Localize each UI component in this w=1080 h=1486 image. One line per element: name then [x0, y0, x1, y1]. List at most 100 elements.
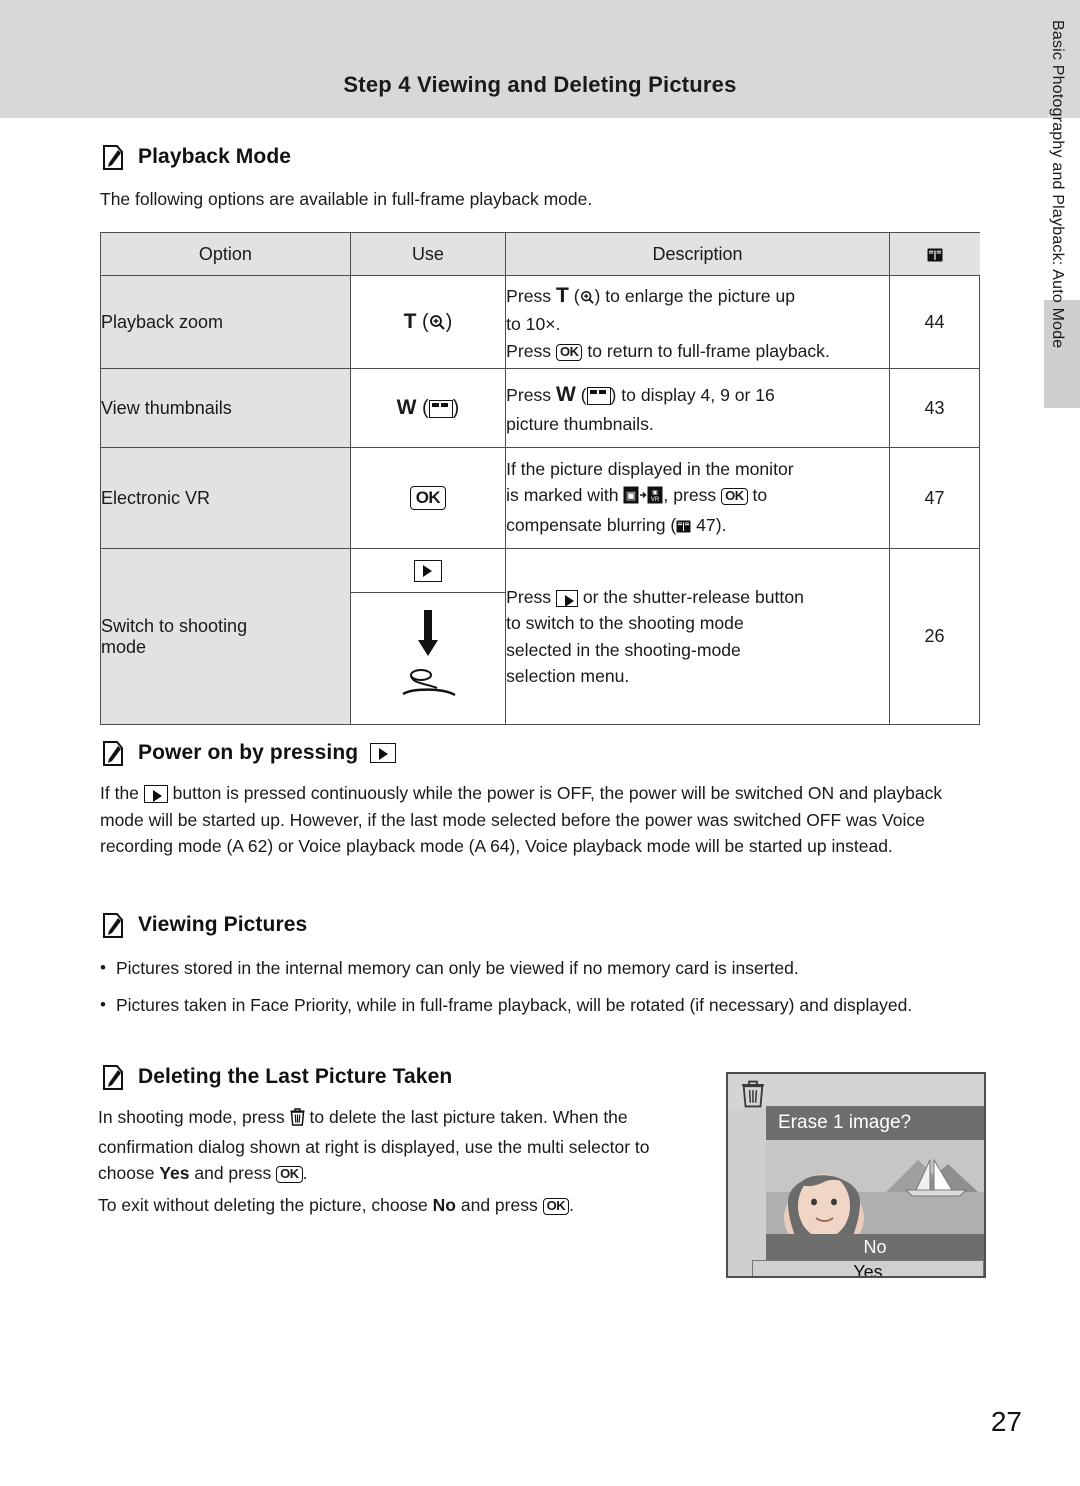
bullet-dot: • — [100, 958, 106, 977]
section-power-on: Power on by pressing — [100, 738, 397, 768]
list-item: • Pictures stored in the internal memory… — [100, 955, 960, 982]
desc-r4-l1a: Press — [506, 586, 552, 607]
deleting-p1d: and press — [194, 1163, 272, 1184]
bullet-dot: • — [100, 995, 106, 1015]
cell-option-switch-shooting: Switch to shooting mode — [100, 548, 351, 725]
desc-r3-l2a: is marked with — [506, 485, 619, 506]
deleting-yes-label: Yes — [159, 1163, 190, 1184]
magnify-icon: ( ) — [421, 311, 453, 334]
desc-r1-l3a: Press — [506, 340, 552, 361]
cell-page-playback-zoom: 44 — [888, 275, 981, 369]
deleting-p2d: . — [569, 1195, 574, 1215]
section-title-playback-mode: Playback Mode — [138, 145, 292, 168]
lcd-top-bar — [728, 1074, 984, 1108]
section-deleting: Deleting the Last Picture Taken — [100, 1062, 452, 1092]
section-viewing-pictures: Viewing Pictures — [100, 910, 307, 940]
cell-desc-electronic-vr: If the picture displayed in the monitor … — [505, 447, 890, 549]
desc-r4-l2: to switch to the shooting mode — [506, 613, 744, 634]
lcd-photo — [766, 1140, 984, 1238]
viewing-pictures-bullets: • Pictures stored in the internal memory… — [100, 955, 960, 1029]
trash-icon — [290, 1107, 305, 1134]
cell-option-electronic-vr: Electronic VR — [100, 447, 351, 549]
cell-desc-playback-zoom: Press T ( ) to enlarge the picture up to… — [505, 275, 890, 369]
power-on-body: If the button is pressed continuously wh… — [100, 780, 958, 860]
down-arrow-icon — [416, 610, 440, 664]
play-icon — [555, 589, 578, 607]
cell-use-electronic-vr: OK — [349, 447, 507, 549]
header-step: Step 4 — [343, 72, 411, 97]
deleting-body: In shooting mode, press to delete the la… — [98, 1104, 690, 1187]
thumbnail-icon-wrap2: ( — [581, 385, 611, 406]
deleting-body-2: To exit without deleting the picture, ch… — [98, 1192, 690, 1219]
cell-page-view-thumbnails: 43 — [888, 368, 981, 448]
ok-button-icon: OK — [555, 343, 583, 361]
thumbnail-icon-wrap: () — [421, 397, 460, 419]
section-title-viewing-pictures: Viewing Pictures — [138, 913, 308, 936]
desc-r1-l1c: ) to enlarge the picture up — [594, 285, 796, 306]
cell-option-view-thumbnails: View thumbnails — [100, 368, 351, 448]
desc-r4-l1b: or the shutter-release button — [582, 586, 804, 607]
list-item: • Pictures taken in Face Priority, while… — [100, 992, 960, 1019]
page-number: 27 — [990, 1406, 1022, 1437]
pencil-icon — [100, 142, 126, 172]
desc-r3-l3: compensate blurring ( 47). — [506, 515, 726, 535]
table-row: View thumbnails W () Press W () to displ… — [100, 368, 981, 448]
bullet-text: Pictures stored in the internal memory c… — [115, 958, 799, 978]
section-title-deleting: Deleting the Last Picture Taken — [138, 1065, 453, 1088]
desc-r3-l2c: to — [752, 485, 768, 506]
cell-use-view-thumbnails: W () — [349, 368, 507, 448]
lcd-no-option[interactable]: No — [766, 1234, 984, 1260]
options-table-wrapper: Option Use Description Playback zoom T (… — [100, 232, 981, 725]
side-tab-label: Basic Photography and Playback: Auto Mod… — [1049, 20, 1066, 349]
book-icon — [927, 246, 943, 261]
col-header-page-icon — [889, 232, 980, 276]
table-header-row: Option Use Description — [100, 232, 980, 276]
svg-text:VR: VR — [651, 497, 660, 503]
power-on-text: button is pressed continuously while the… — [100, 783, 943, 857]
cell-page-switch-shooting: 26 — [888, 548, 981, 725]
desc-r3-l2b: , press — [663, 485, 717, 506]
options-table: Option Use Description Playback zoom T (… — [100, 232, 981, 725]
svg-text:▣: ▣ — [626, 490, 636, 502]
table-row: Playback zoom T ( ) Press T () to enlar… — [100, 275, 981, 369]
thumbnail-icon — [428, 399, 453, 418]
header-title-text: Viewing and Deleting Pictures — [416, 72, 737, 97]
table-row: Electronic VR OK If the picture displaye… — [100, 447, 981, 549]
magnify-icon: ( — [574, 286, 595, 306]
desc-r3-l1: If the picture displayed in the monitor — [506, 458, 794, 479]
page: Step 4 Viewing and Deleting Pictures Bas… — [0, 0, 1080, 1486]
bullet-text: Pictures taken in Face Priority, while i… — [115, 995, 913, 1016]
lcd-yes-option[interactable]: Yes — [752, 1260, 984, 1276]
col-header-option: Option — [100, 232, 351, 276]
play-icon — [413, 560, 442, 582]
header-band — [0, 0, 1080, 118]
cell-page-electronic-vr: 47 — [888, 447, 981, 549]
svg-text:▣: ▣ — [653, 490, 659, 496]
ok-button-icon: OK — [721, 488, 748, 506]
cell-use-switch-shooting — [349, 548, 507, 725]
deleting-no-label: No — [432, 1195, 456, 1215]
pencil-icon — [100, 738, 126, 768]
deleting-p1e: . — [302, 1163, 308, 1184]
trash-icon — [740, 1080, 766, 1113]
col-header-description: Description — [505, 232, 890, 276]
cell-desc-view-thumbnails: Press W () to display 4, 9 or 16 picture… — [505, 368, 890, 448]
deleting-p1: In shooting mode, press — [98, 1107, 285, 1127]
pencil-icon — [100, 1062, 126, 1092]
desc-r4-l3: selected in the shooting-mode — [506, 639, 741, 660]
lcd-erase-banner: Erase 1 image? — [766, 1106, 984, 1140]
use-switch-graphics — [351, 593, 505, 723]
playback-mode-intro: The following options are available in f… — [100, 189, 593, 209]
ok-button-icon: OK — [409, 486, 447, 510]
desc-r2-l2: picture thumbnails. — [506, 413, 654, 434]
desc-r1-l3b: to return to full-frame playback. — [587, 340, 830, 361]
cell-desc-switch-shooting: Press or the shutter-release button to s… — [505, 548, 890, 725]
cell-option-playback-zoom: Playback zoom — [100, 275, 351, 369]
desc-r1-l2: to 10×. — [506, 314, 561, 335]
section-playback-mode: Playback Mode — [100, 142, 291, 172]
option-switch-line1: Switch to shooting — [101, 615, 248, 636]
power-on-lead: If the — [100, 783, 139, 803]
desc-r2-wide: W — [555, 383, 576, 407]
section-title-power-on: Power on by pressing — [138, 741, 359, 764]
desc-r4-l4: selection menu. — [506, 665, 630, 686]
